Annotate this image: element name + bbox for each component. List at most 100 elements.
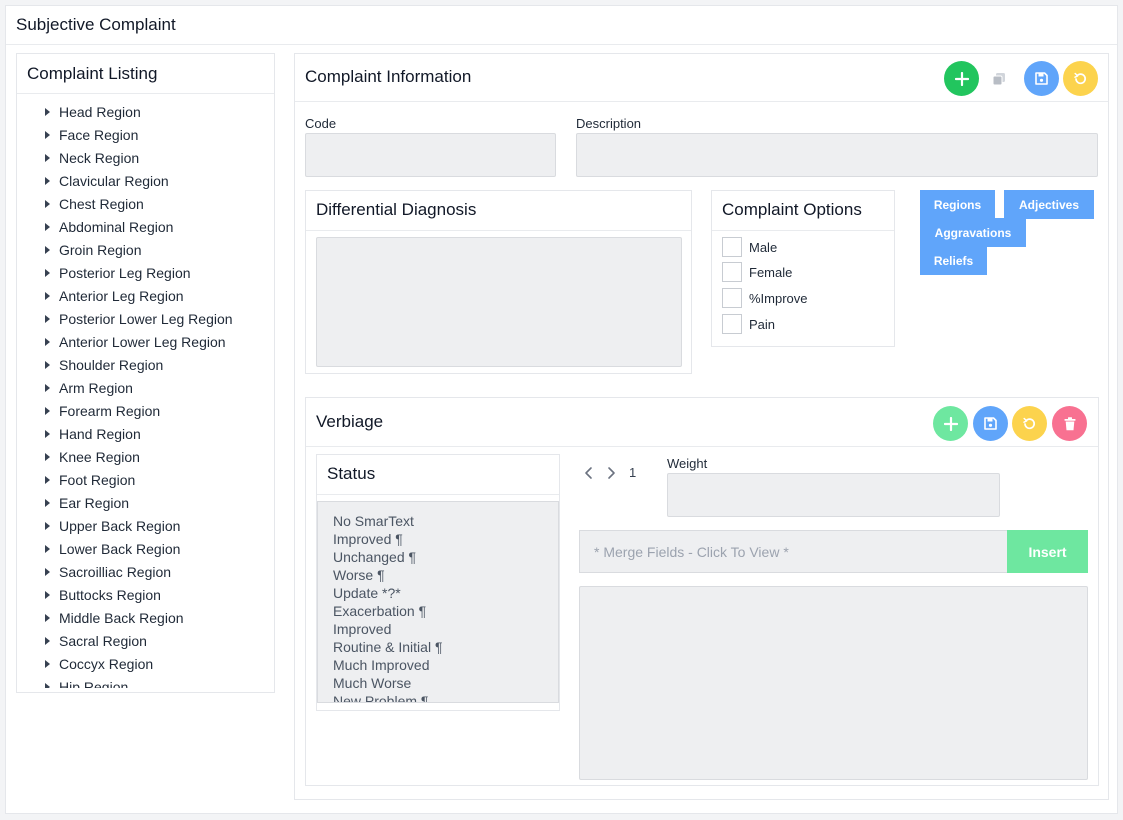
option-improve[interactable]: %Improve [722,288,808,308]
code-field[interactable] [305,133,556,177]
reliefs-button[interactable]: Reliefs [920,246,987,275]
option-pain[interactable]: Pain [722,314,775,334]
tree-item-label: Foot Region [59,471,136,488]
chevron-right-icon[interactable] [605,466,617,480]
tree-item[interactable]: Upper Back Region [17,514,274,537]
tree-item[interactable]: Chest Region [17,192,274,215]
tree-item[interactable]: Posterior Leg Region [17,261,274,284]
tree-item[interactable]: Head Region [17,100,274,123]
tree-item[interactable]: Groin Region [17,238,274,261]
tree-item[interactable]: Anterior Leg Region [17,284,274,307]
caret-right-icon[interactable] [45,153,50,162]
caret-right-icon[interactable] [45,613,50,622]
tree-item[interactable]: Middle Back Region [17,606,274,629]
status-item[interactable]: Exacerbation ¶ [333,602,558,620]
checkbox[interactable] [722,237,742,257]
status-item[interactable]: New Problem ¶ [333,692,558,702]
tree-item[interactable]: Coccyx Region [17,652,274,675]
caret-right-icon[interactable] [45,475,50,484]
tree-item[interactable]: Ear Region [17,491,274,514]
option-male[interactable]: Male [722,237,777,257]
copy-complaint-button[interactable] [981,61,1016,96]
caret-right-icon[interactable] [45,291,50,300]
status-item[interactable]: No SmarText [333,512,558,530]
caret-right-icon[interactable] [45,314,50,323]
save-verbiage-button[interactable] [973,406,1008,441]
weight-field[interactable] [667,473,1000,517]
tree-item[interactable]: Shoulder Region [17,353,274,376]
caret-right-icon[interactable] [45,567,50,576]
caret-right-icon[interactable] [45,682,50,688]
option-female[interactable]: Female [722,262,792,282]
tree-item[interactable]: Hip Region [17,675,274,688]
caret-right-icon[interactable] [45,383,50,392]
checkbox[interactable] [722,288,742,308]
option-label: %Improve [749,290,808,306]
status-item[interactable]: Improved ¶ [333,530,558,548]
caret-right-icon[interactable] [45,268,50,277]
add-complaint-button[interactable] [944,61,979,96]
tree-item[interactable]: Posterior Lower Leg Region [17,307,274,330]
aggravations-button[interactable]: Aggravations [920,218,1026,247]
save-complaint-button[interactable] [1024,61,1059,96]
tree-item[interactable]: Sacroilliac Region [17,560,274,583]
insert-button[interactable]: Insert [1007,530,1088,573]
chevron-left-icon[interactable] [583,466,595,480]
caret-right-icon[interactable] [45,199,50,208]
status-item[interactable]: Much Worse [333,674,558,692]
regions-button[interactable]: Regions [920,190,995,219]
caret-right-icon[interactable] [45,222,50,231]
caret-right-icon[interactable] [45,590,50,599]
tree-item[interactable]: Sacral Region [17,629,274,652]
plus-icon [954,71,969,86]
status-item[interactable]: Update *?* [333,584,558,602]
add-verbiage-button[interactable] [933,406,968,441]
caret-right-icon[interactable] [45,521,50,530]
caret-right-icon[interactable] [45,406,50,415]
tree-item[interactable]: Buttocks Region [17,583,274,606]
caret-right-icon[interactable] [45,360,50,369]
tree-item[interactable]: Arm Region [17,376,274,399]
tree-item-label: Shoulder Region [59,356,164,373]
caret-right-icon[interactable] [45,130,50,139]
status-item[interactable]: Much Improved [333,656,558,674]
complaint-information-panel: Complaint Information Code Description D… [294,53,1109,800]
undo-verbiage-button[interactable] [1012,406,1047,441]
caret-right-icon[interactable] [45,245,50,254]
adjectives-button[interactable]: Adjectives [1004,190,1094,219]
tree-item-label: Upper Back Region [59,517,181,534]
caret-right-icon[interactable] [45,176,50,185]
tree-item[interactable]: Face Region [17,123,274,146]
description-field[interactable] [576,133,1098,177]
caret-right-icon[interactable] [45,498,50,507]
status-item[interactable]: Worse ¶ [333,566,558,584]
merge-fields-dropdown[interactable]: * Merge Fields - Click To View * [579,530,1008,573]
caret-right-icon[interactable] [45,659,50,668]
caret-right-icon[interactable] [45,337,50,346]
tree-item[interactable]: Hand Region [17,422,274,445]
undo-complaint-button[interactable] [1063,61,1098,96]
tree-item[interactable]: Neck Region [17,146,274,169]
complaint-tree[interactable]: Head Region Face Region Neck Region Clavicu… [17,100,274,688]
differential-diagnosis-textarea[interactable] [316,237,682,367]
caret-right-icon[interactable] [45,636,50,645]
tree-item[interactable]: Lower Back Region [17,537,274,560]
caret-right-icon[interactable] [45,107,50,116]
caret-right-icon[interactable] [45,544,50,553]
verbiage-text-editor[interactable] [579,586,1088,780]
tree-item[interactable]: Abdominal Region [17,215,274,238]
tree-item[interactable]: Knee Region [17,445,274,468]
tree-item[interactable]: Anterior Lower Leg Region [17,330,274,353]
delete-verbiage-button[interactable] [1052,406,1087,441]
checkbox[interactable] [722,314,742,334]
status-list[interactable]: No SmarText Improved ¶ Unchanged ¶ Worse ¶ U… [317,501,559,703]
tree-item[interactable]: Forearm Region [17,399,274,422]
status-item[interactable]: Routine & Initial ¶ [333,638,558,656]
status-item[interactable]: Unchanged ¶ [333,548,558,566]
status-item[interactable]: Improved [333,620,558,638]
caret-right-icon[interactable] [45,452,50,461]
checkbox[interactable] [722,262,742,282]
tree-item[interactable]: Clavicular Region [17,169,274,192]
caret-right-icon[interactable] [45,429,50,438]
tree-item[interactable]: Foot Region [17,468,274,491]
